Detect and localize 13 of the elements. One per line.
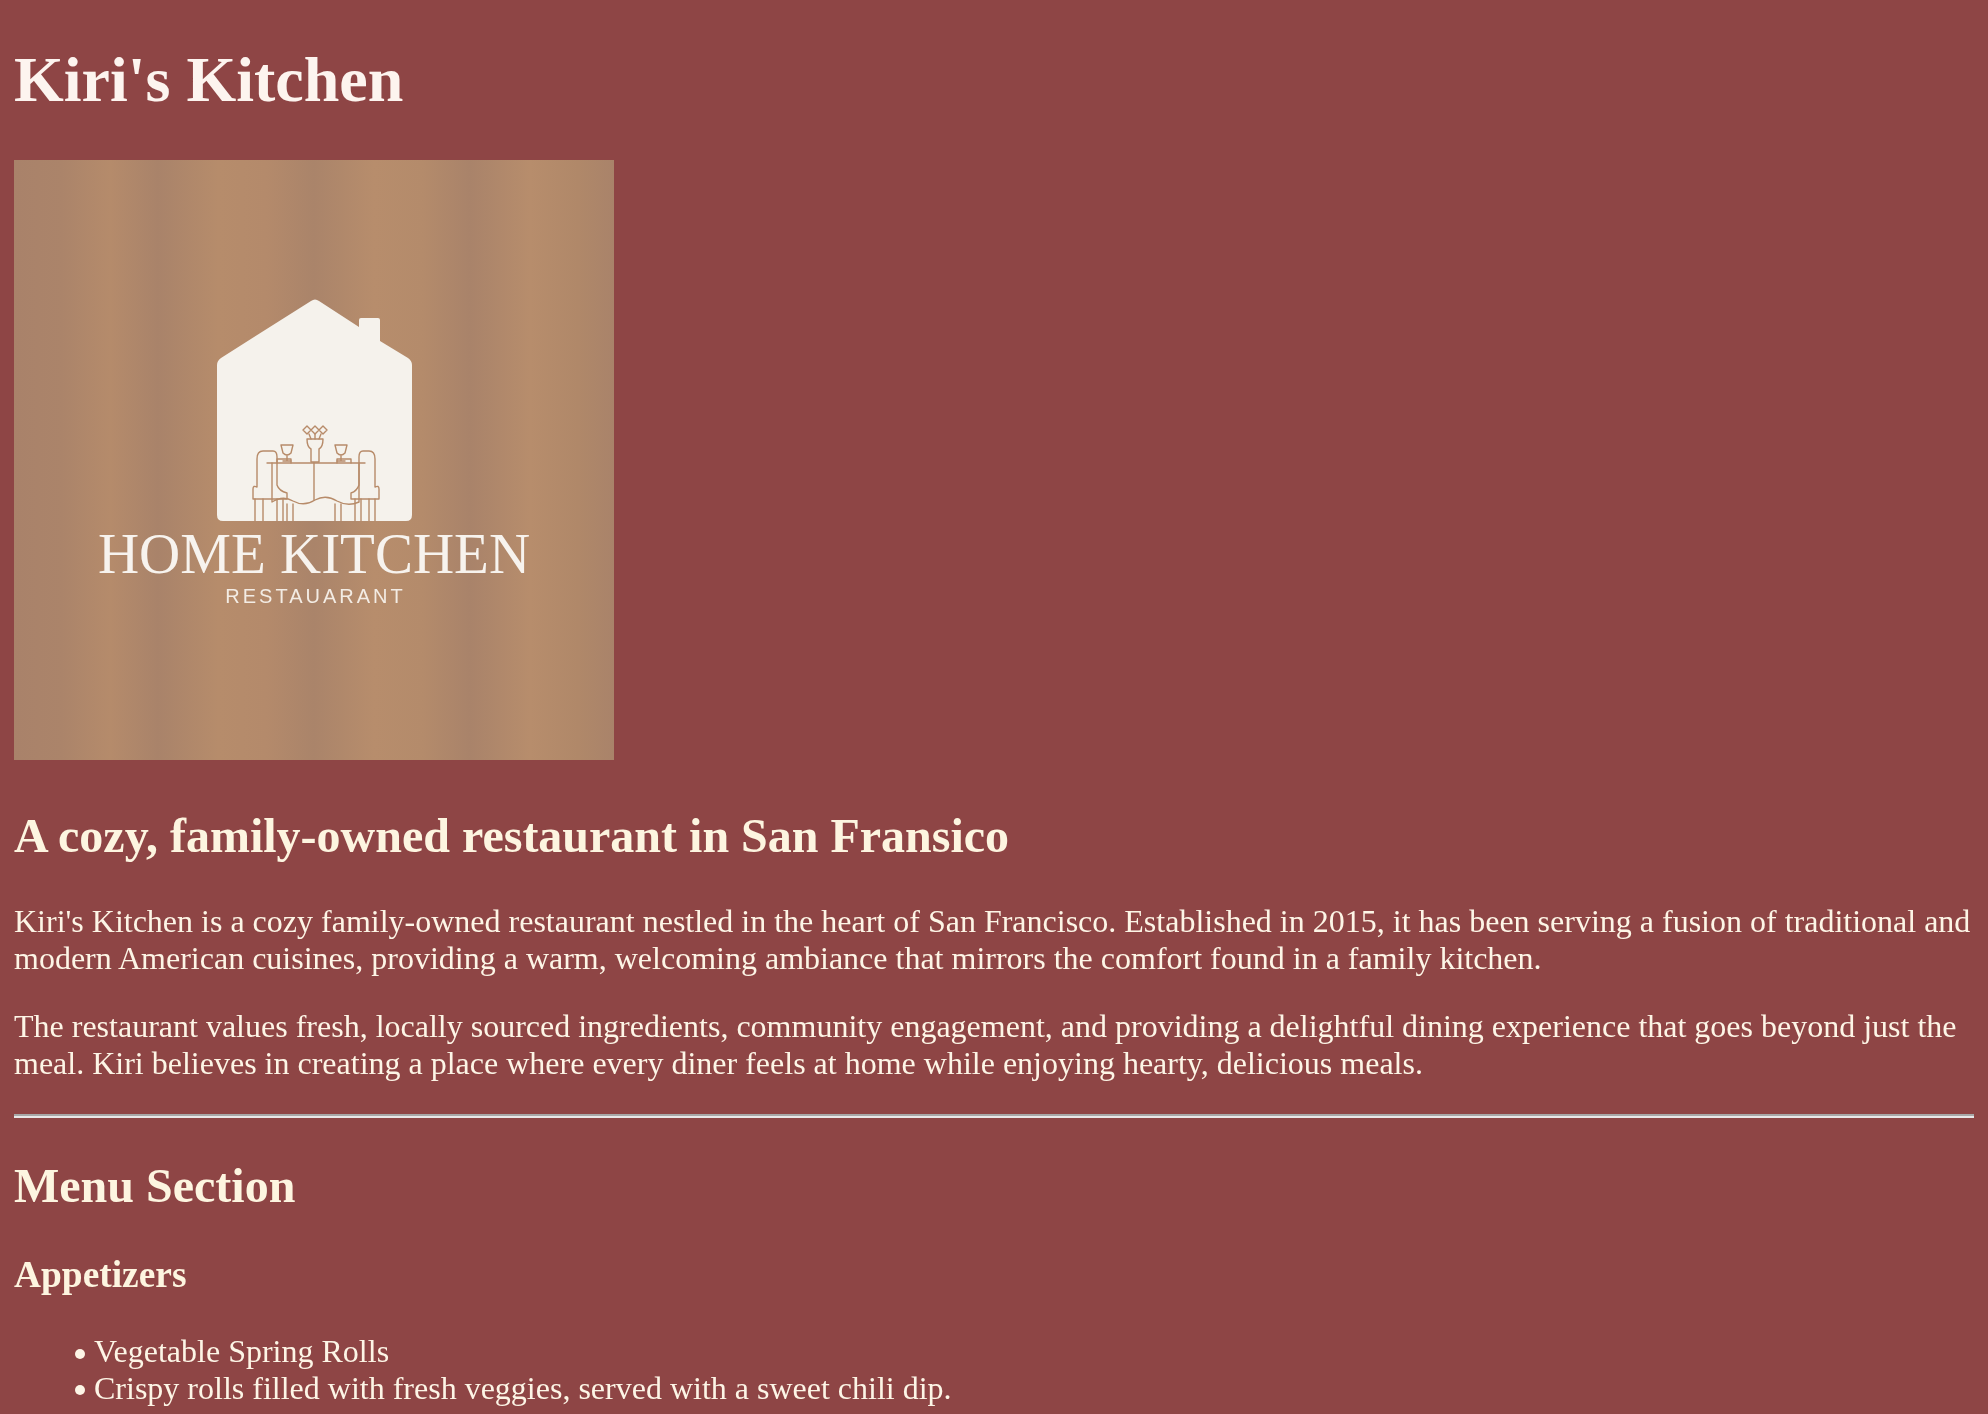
category-heading: Appetizers bbox=[14, 1253, 188, 1297]
logo-tagline: RESTAUARANT bbox=[224, 585, 406, 606]
page-title: Kiri's Kitchen bbox=[14, 43, 405, 117]
section-heading: A cozy, family-owned restaurant in San Fransico bbox=[14, 807, 1011, 863]
paragraph: Kiri's Kitchen is a cozy family-owned restaurant nestled in the heart of San Francisco. Established in 2015, it has been serving a fusion of traditional and modern American cuisines, providing a warm, welcoming ambiance that mirrors the comfort found in a family kitchen. bbox=[14, 902, 1972, 977]
logo-name: HOME KITCHEN bbox=[97, 524, 531, 582]
house-dining-icon bbox=[216, 298, 412, 521]
bullet-icon bbox=[75, 1348, 85, 1359]
paragraph: The restaurant values fresh, locally sourced ingredients, community engagement, and providing a delightful dining experience that goes beyond just the meal. Kiri believes in creating a place where every diner feels at home while enjoying hearty, delicious meals. bbox=[14, 1008, 1958, 1082]
bullet-icon bbox=[75, 1385, 85, 1396]
section-heading: Menu Section bbox=[14, 1158, 297, 1214]
menu-item-text: Crispy rolls filled with fresh veggies, served with a sweet chili dip. bbox=[94, 1370, 952, 1407]
menu-item-text: Vegetable Spring Rolls bbox=[94, 1333, 390, 1370]
